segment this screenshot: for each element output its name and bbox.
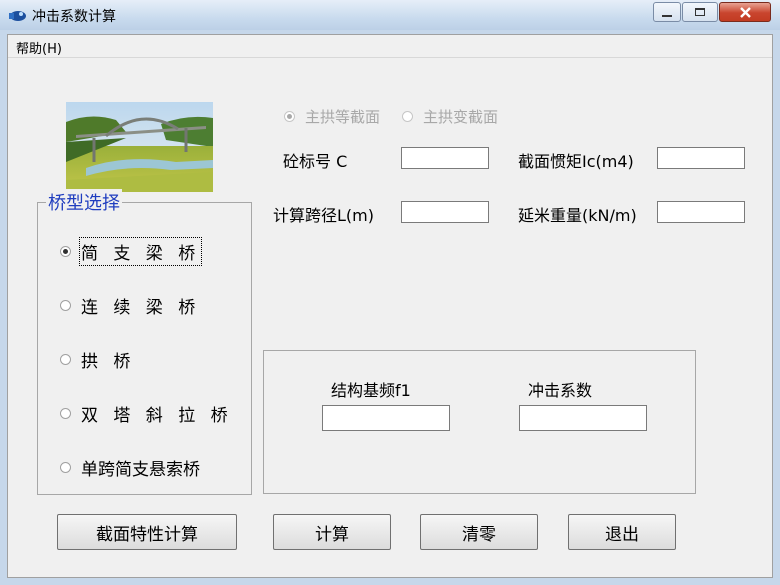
app-icon	[9, 11, 26, 21]
maximize-icon	[695, 8, 705, 16]
exit-button[interactable]: 退出	[568, 514, 676, 550]
radio-label: 双 塔 斜 拉 桥	[81, 406, 233, 426]
moment-inertia-label: 截面惯矩Ic(m4)	[518, 152, 634, 171]
bridge-type-title: 桥型选择	[46, 189, 122, 215]
concrete-grade-input[interactable]	[401, 147, 489, 169]
radio-indicator	[60, 462, 71, 473]
radio-simply-supported-bridge[interactable]: 简 支 梁 桥	[60, 237, 203, 266]
impact-coefficient-label: 冲击系数	[528, 381, 593, 400]
minimize-button[interactable]	[653, 2, 681, 22]
calculate-button[interactable]: 计算	[273, 514, 391, 550]
clear-button[interactable]: 清零	[420, 514, 538, 550]
window-title: 冲击系数计算	[32, 9, 116, 25]
radio-arch-equal-section[interactable]: 主拱等截面	[284, 106, 380, 127]
radio-label: 主拱等截面	[305, 108, 381, 126]
radio-continuous-bridge[interactable]: 连 续 梁 桥	[60, 293, 200, 318]
menu-bar: 帮助(H)	[8, 35, 772, 58]
radio-arch-variable-section[interactable]: 主拱变截面	[402, 106, 498, 127]
radio-label: 拱 桥	[81, 352, 136, 372]
bridge-photo	[66, 102, 213, 192]
radio-indicator	[60, 300, 71, 311]
menu-help[interactable]: 帮助(H)	[16, 38, 62, 57]
radio-indicator	[60, 246, 71, 257]
span-label: 计算跨径L(m)	[273, 206, 374, 225]
span-input[interactable]	[401, 201, 489, 223]
unit-weight-input[interactable]	[657, 201, 745, 223]
frequency-label: 结构基频f1	[331, 381, 411, 400]
radio-indicator	[284, 111, 295, 122]
radio-label: 主拱变截面	[423, 108, 499, 126]
frequency-output[interactable]	[322, 405, 450, 431]
moment-inertia-input[interactable]	[657, 147, 745, 169]
close-button[interactable]	[719, 2, 771, 22]
radio-indicator	[402, 111, 413, 122]
radio-label: 单跨简支悬索桥	[81, 460, 200, 480]
application-window: 冲击系数计算 帮助(H) 主拱等截面 主拱变截面 砼标号 C 截面惯矩Ic(m4…	[0, 0, 780, 585]
title-bar[interactable]: 冲击系数计算	[0, 0, 780, 30]
concrete-grade-label: 砼标号 C	[283, 152, 348, 171]
section-properties-button[interactable]: 截面特性计算	[57, 514, 237, 550]
close-icon	[740, 7, 751, 18]
radio-cable-stayed-bridge[interactable]: 双 塔 斜 拉 桥	[60, 401, 233, 426]
unit-weight-label: 延米重量(kN/m)	[518, 206, 637, 225]
maximize-button[interactable]	[682, 2, 718, 22]
radio-label: 简 支 梁 桥	[78, 237, 203, 266]
radio-indicator	[60, 354, 71, 365]
radio-label: 连 续 梁 桥	[81, 298, 201, 318]
radio-indicator	[60, 408, 71, 419]
radio-arch-bridge[interactable]: 拱 桥	[60, 347, 135, 372]
client-area: 帮助(H) 主拱等截面 主拱变截面 砼标号 C 截面惯矩Ic(m4) 计算跨径L…	[7, 34, 773, 578]
minimize-icon	[662, 15, 672, 17]
radio-suspension-bridge[interactable]: 单跨简支悬索桥	[60, 455, 200, 480]
impact-coefficient-output[interactable]	[519, 405, 647, 431]
